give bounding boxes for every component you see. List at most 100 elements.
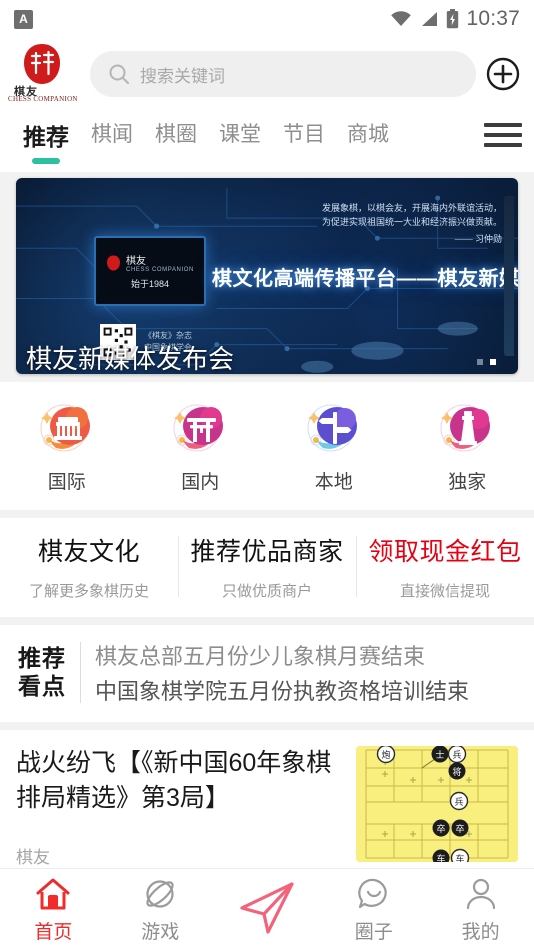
page-dot-active[interactable] bbox=[490, 359, 496, 365]
colosseum-icon bbox=[40, 404, 90, 452]
tab-label: 棋圈 bbox=[155, 123, 197, 146]
page-dot[interactable] bbox=[477, 359, 483, 365]
category-label: 独家 bbox=[448, 472, 487, 493]
section-divider bbox=[0, 510, 534, 518]
svg-text:兵: 兵 bbox=[454, 796, 463, 807]
planet-icon bbox=[146, 880, 174, 908]
banner-quote-text: 发展象棋，以棋会友，开展海内外联谊活动， 为促进实现祖国统一大业和经济振兴做贡献… bbox=[321, 202, 502, 227]
home-icon bbox=[36, 878, 70, 910]
promo-subtitle: 直接微信提现 bbox=[399, 583, 490, 600]
category-exclusive[interactable]: 独家 bbox=[401, 396, 534, 494]
seal-logo-icon bbox=[24, 44, 60, 84]
promo-chess-culture[interactable]: 棋友文化 了解更多象棋历史 bbox=[0, 532, 178, 601]
tab-chess-news[interactable]: 棋闻 bbox=[80, 116, 144, 148]
category-tab-bar: 推荐 棋闻 棋圈 课堂 节目 商城 bbox=[0, 110, 534, 172]
category-label: 国际 bbox=[47, 472, 86, 493]
search-input[interactable]: 搜索关键词 bbox=[90, 51, 476, 97]
banner-carousel: 发展象棋，以棋会友，开展海内外联谊活动， 为促进实现祖国统一大业和经济振兴做贡献… bbox=[0, 172, 534, 382]
tab-classroom[interactable]: 课堂 bbox=[208, 116, 272, 148]
article-card[interactable]: 战火纷飞【《新中国60年象棋排局精选》第3局】 棋友 炮 士 兵 将 兵 卒 卒… bbox=[0, 730, 534, 868]
svg-text:卒: 卒 bbox=[455, 823, 464, 834]
banner-quote: 发展象棋，以棋会友，开展海内外联谊活动， 为促进实现祖国统一大业和经济振兴做贡献… bbox=[282, 188, 502, 261]
banner-page-indicator bbox=[477, 359, 496, 365]
svg-text:炮: 炮 bbox=[381, 749, 390, 760]
svg-text:卒: 卒 bbox=[436, 823, 445, 834]
promo-title: 领取现金红包 bbox=[368, 538, 522, 566]
seal-logo-icon bbox=[107, 255, 121, 270]
article-thumbnail: 炮 士 兵 将 兵 卒 卒 车 车 bbox=[356, 746, 518, 862]
category-local[interactable]: 本地 bbox=[267, 396, 401, 494]
tab-mall[interactable]: 商城 bbox=[336, 116, 400, 148]
banner-chip-logo: 棋友 CHESS COMPANION 始于1984 bbox=[94, 236, 206, 306]
chat-bubble-icon bbox=[358, 878, 387, 909]
recommended-list: 棋友总部五月份少儿象棋月赛结束 中国象棋学院五月份执教资格培训结束 bbox=[95, 639, 469, 706]
chip-brand-text: 棋友 bbox=[126, 256, 147, 267]
category-shortcuts: 国际 国内 本地 独家 bbox=[0, 382, 534, 510]
banner-next-peek[interactable] bbox=[504, 196, 514, 356]
tab-label: 节目 bbox=[283, 123, 325, 146]
category-domestic[interactable]: 国内 bbox=[134, 396, 268, 494]
person-icon bbox=[466, 878, 495, 910]
promo-recommended-merchants[interactable]: 推荐优品商家 只做优质商户 bbox=[178, 532, 356, 601]
tab-recommend[interactable]: 推荐 bbox=[12, 116, 80, 164]
banner-quote-author: —— 习仲勋 bbox=[454, 233, 502, 244]
article-text: 战火纷飞【《新中国60年象棋排局精选》第3局】 棋友 bbox=[16, 746, 342, 868]
lighthouse-icon bbox=[440, 404, 491, 452]
chip-brand-en: CHESS COMPANION bbox=[126, 267, 194, 273]
recommended-item[interactable]: 中国象棋学院五月份执教资格培训结束 bbox=[95, 674, 469, 706]
promo-cash-redpacket[interactable]: 领取现金红包 直接微信提现 bbox=[356, 532, 534, 601]
recommended-item[interactable]: 棋友总部五月份少儿象棋月赛结束 bbox=[95, 639, 469, 671]
chess-companion-logo[interactable]: 棋友 CHESS COMPANION bbox=[6, 41, 80, 107]
banner-caption: 棋友新媒体发布会 bbox=[26, 344, 235, 374]
section-divider bbox=[0, 722, 534, 730]
article-title: 战火纷飞【《新中国60年象棋排局精选》第3局】 bbox=[16, 749, 332, 812]
tab-label: 棋闻 bbox=[91, 123, 133, 146]
bottom-nav-circle[interactable]: 圈子 bbox=[320, 875, 427, 944]
bottom-nav-label: 我的 bbox=[461, 922, 500, 943]
recommended-badge: 推荐 看点 bbox=[18, 645, 66, 699]
active-tab-underline bbox=[32, 158, 60, 164]
plus-circle-icon[interactable] bbox=[486, 57, 520, 91]
section-divider bbox=[0, 617, 534, 625]
chip-year-text: 始于1984 bbox=[130, 279, 170, 289]
bottom-nav-publish[interactable] bbox=[214, 878, 321, 942]
article-source: 棋友 bbox=[16, 848, 50, 867]
category-label: 国内 bbox=[181, 472, 220, 493]
app-header: 棋友 CHESS COMPANION 搜索关键词 bbox=[0, 38, 534, 110]
promo-subtitle: 了解更多象棋历史 bbox=[28, 583, 149, 600]
svg-text:兵: 兵 bbox=[452, 749, 461, 760]
bottom-nav-home[interactable]: 首页 bbox=[0, 875, 107, 944]
bottom-nav-label: 游戏 bbox=[141, 922, 180, 943]
tab-label: 课堂 bbox=[219, 123, 261, 146]
recommended-highlights: 推荐 看点 棋友总部五月份少儿象棋月赛结束 中国象棋学院五月份执教资格培训结束 bbox=[0, 625, 534, 722]
hamburger-menu-icon[interactable] bbox=[484, 116, 522, 150]
bottom-navigation-bar: 首页 游戏 圈子 我的 bbox=[0, 868, 534, 950]
bottom-nav-profile[interactable]: 我的 bbox=[427, 875, 534, 944]
promo-row: 棋友文化 了解更多象棋历史 推荐优品商家 只做优质商户 领取现金红包 直接微信提… bbox=[0, 518, 534, 617]
wifi-icon bbox=[391, 11, 412, 26]
torii-gate-icon bbox=[173, 404, 224, 452]
xiangqi-board-thumbnail: 炮 士 兵 将 兵 卒 卒 车 车 bbox=[356, 746, 518, 862]
tab-label: 推荐 bbox=[23, 124, 69, 150]
promo-title: 棋友文化 bbox=[37, 538, 140, 566]
signal-icon bbox=[422, 12, 438, 26]
tab-programs[interactable]: 节目 bbox=[272, 116, 336, 148]
svg-text:车: 车 bbox=[436, 853, 445, 862]
bottom-nav-label: 圈子 bbox=[354, 922, 393, 943]
banner-slide[interactable]: 发展象棋，以棋会友，开展海内外联谊活动， 为促进实现祖国统一大业和经济振兴做贡献… bbox=[16, 178, 518, 374]
tab-chess-circle[interactable]: 棋圈 bbox=[144, 116, 208, 148]
tab-label: 商城 bbox=[347, 123, 389, 146]
search-icon bbox=[109, 64, 129, 84]
promo-title: 推荐优品商家 bbox=[190, 538, 344, 566]
app-screen: A 10:37 棋友 CHESS COMPANION 搜索关键词 推荐 棋闻 棋… bbox=[0, 0, 534, 950]
bottom-nav-games[interactable]: 游戏 bbox=[107, 875, 214, 944]
status-bar: A 10:37 bbox=[0, 0, 534, 38]
vertical-divider bbox=[80, 642, 81, 703]
svg-text:车: 车 bbox=[455, 853, 464, 862]
category-label: 本地 bbox=[314, 472, 353, 493]
category-international[interactable]: 国际 bbox=[0, 396, 134, 494]
status-bar-right: 10:37 bbox=[390, 7, 520, 31]
battery-charging-icon bbox=[447, 9, 459, 29]
status-bar-left: A bbox=[14, 9, 33, 29]
promo-subtitle: 只做优质商户 bbox=[221, 583, 312, 600]
